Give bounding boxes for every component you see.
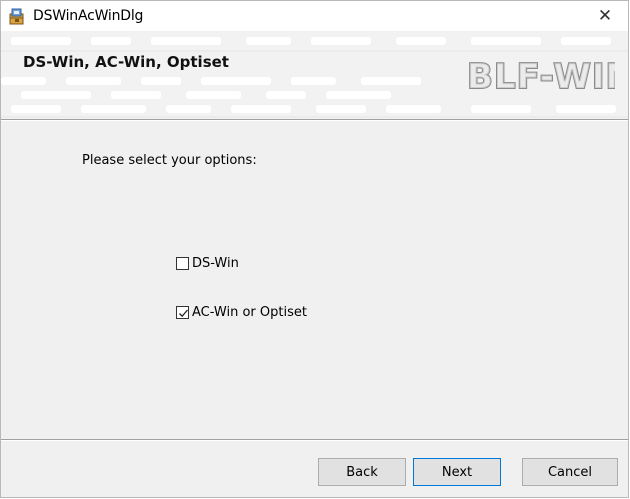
options-prompt: Please select your options: xyxy=(82,153,257,168)
ac-win-optiset-label: AC-Win or Optiset xyxy=(192,305,307,320)
window-title: DSWinAcWinDlg xyxy=(33,8,144,24)
installer-dialog: DSWinAcWinDlg ✕ DS-Win, AC-Win, Optiset … xyxy=(0,0,629,498)
ds-win-label: DS-Win xyxy=(192,256,239,271)
banner-divider-highlight xyxy=(1,120,628,121)
close-icon[interactable]: ✕ xyxy=(582,1,628,31)
blf-win-logo: BLF-WIN BLF-WIN xyxy=(466,56,615,96)
banner-title: DS-Win, AC-Win, Optiset xyxy=(23,53,229,71)
ds-win-checkbox[interactable]: DS-Win xyxy=(176,256,239,271)
title-bar[interactable]: DSWinAcWinDlg ✕ xyxy=(1,1,628,31)
back-button[interactable]: Back xyxy=(318,458,406,486)
footer-divider-highlight xyxy=(1,440,628,441)
ds-win-checkbox-box[interactable] xyxy=(176,257,189,270)
ac-win-optiset-checkbox-box[interactable] xyxy=(176,306,189,319)
checkmark-icon xyxy=(179,309,188,318)
ac-win-optiset-checkbox[interactable]: AC-Win or Optiset xyxy=(176,305,307,320)
installer-icon xyxy=(8,7,26,25)
svg-text:BLF-WIN: BLF-WIN xyxy=(467,57,615,96)
next-button[interactable]: Next xyxy=(413,458,501,486)
header-banner: DS-Win, AC-Win, Optiset BLF-WIN BLF-WIN xyxy=(1,31,628,119)
cancel-button[interactable]: Cancel xyxy=(522,458,618,486)
